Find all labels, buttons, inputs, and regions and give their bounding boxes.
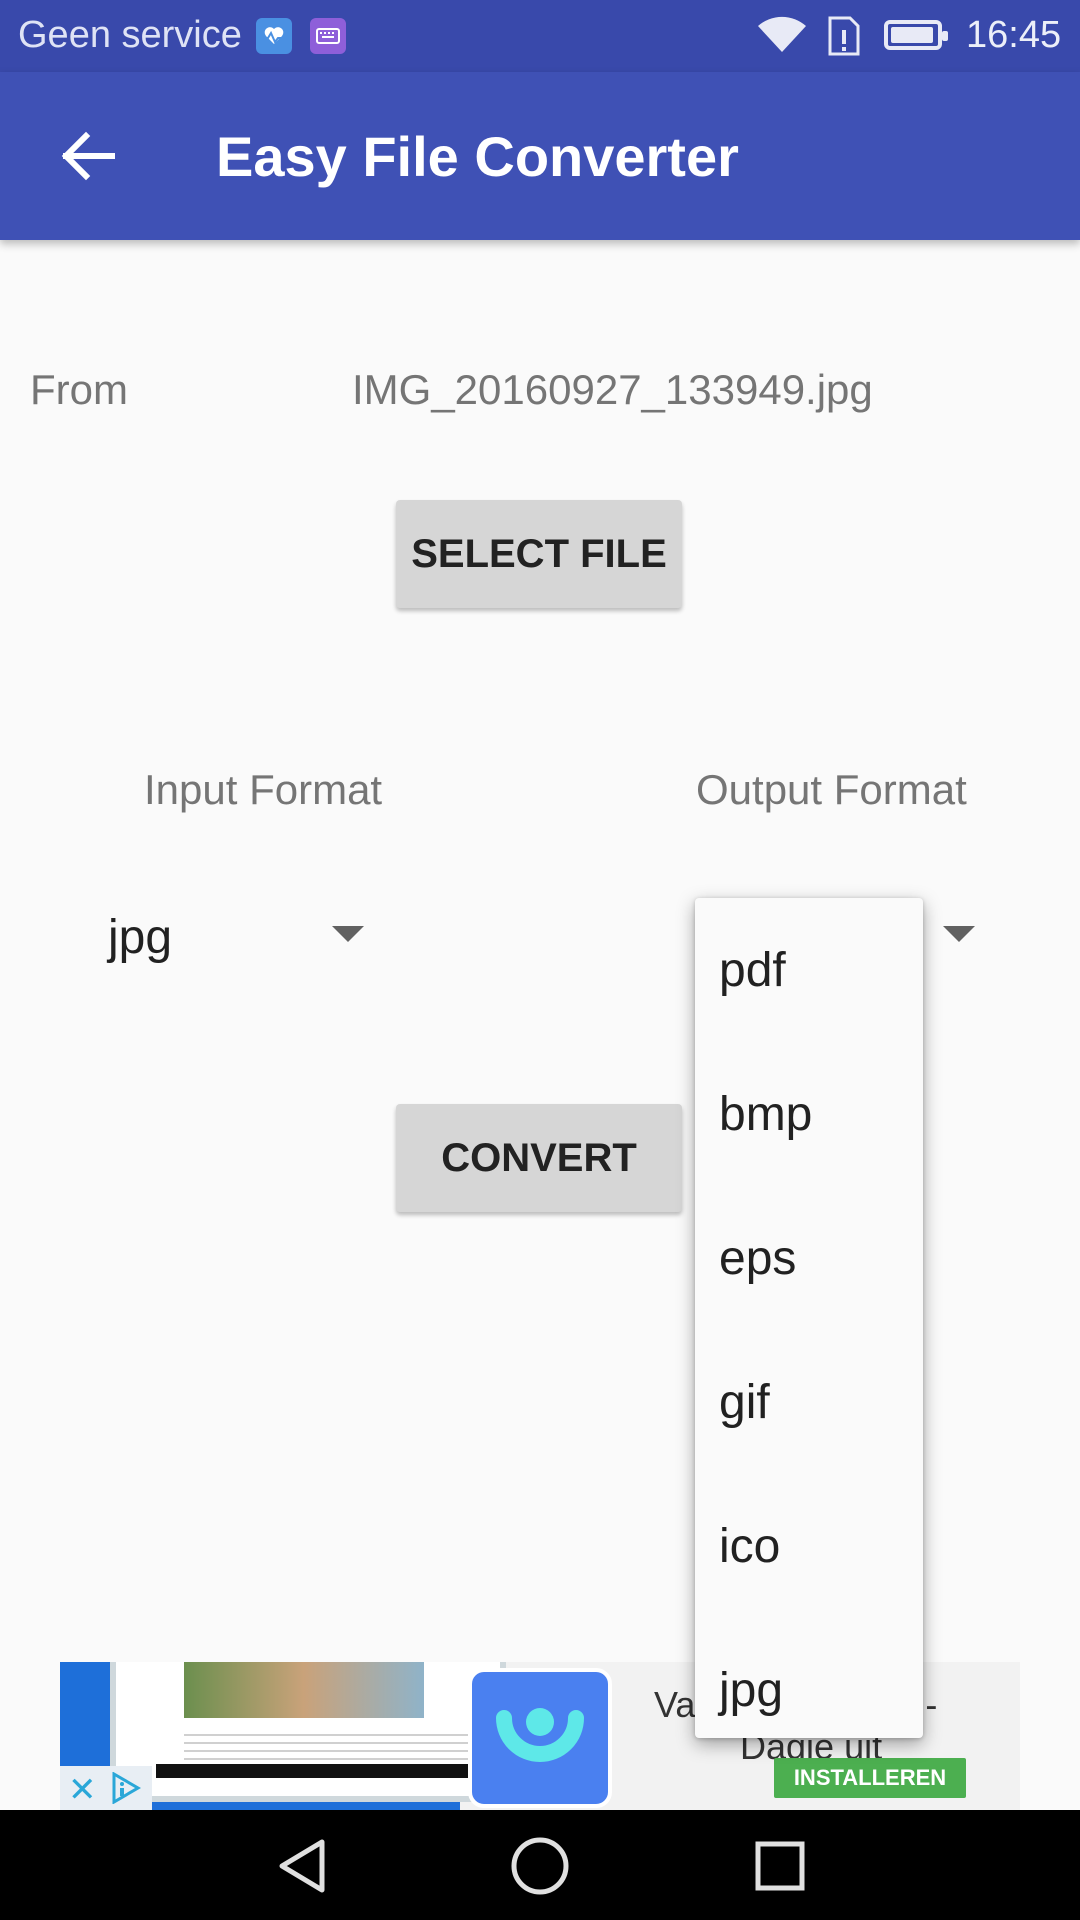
input-format-label: Input Format (144, 766, 383, 813)
convert-button[interactable]: CONVERT (396, 1104, 682, 1212)
chevron-down-icon[interactable] (943, 926, 975, 942)
input-format-spinner[interactable]: jpg (108, 910, 172, 965)
health-icon (256, 18, 292, 54)
battery-level-fill (891, 27, 933, 43)
sim-alert-icon (828, 16, 860, 56)
from-label: From (30, 366, 128, 413)
keyboard-icon (310, 18, 346, 54)
carrier-text: Geen service (18, 14, 242, 56)
recents-square-icon[interactable] (748, 1834, 812, 1898)
page-title: Easy File Converter (216, 125, 739, 188)
dropdown-option-jpg[interactable]: jpg (695, 1618, 923, 1738)
wifi-icon (758, 16, 806, 52)
app-logo-icon (468, 1668, 612, 1808)
ad-text-lines (184, 1728, 494, 1768)
arrow-left-icon[interactable] (50, 118, 126, 194)
system-nav-bar (0, 1810, 1080, 1920)
clock: 16:45 (966, 14, 1062, 56)
ad-phone-mockup (110, 1662, 506, 1802)
output-format-label: Output Format (696, 766, 967, 813)
file-name-text: IMG_20160927_133949.jpg (352, 366, 873, 413)
ad-choices[interactable]: ✕ (60, 1766, 152, 1810)
ad-choices-icon[interactable] (110, 1772, 142, 1804)
ad-phone-navbar (156, 1764, 496, 1778)
dropdown-option-pdf[interactable]: pdf (695, 898, 923, 1042)
dropdown-option-bmp[interactable]: bmp (695, 1042, 923, 1186)
app-bar: Easy File Converter (0, 72, 1080, 240)
battery-icon (884, 20, 948, 50)
output-format-dropdown: pdf bmp eps gif ico jpg (695, 898, 923, 1738)
select-file-button[interactable]: SELECT FILE (396, 500, 682, 608)
dropdown-option-eps[interactable]: eps (695, 1186, 923, 1330)
status-bar: Geen service 16:45 (0, 0, 1080, 72)
dropdown-option-gif[interactable]: gif (695, 1330, 923, 1474)
close-icon[interactable]: ✕ (68, 1770, 97, 1810)
back-triangle-icon[interactable] (270, 1834, 334, 1898)
home-circle-icon[interactable] (508, 1834, 572, 1898)
install-button[interactable]: INSTALLEREN (774, 1758, 966, 1798)
chevron-down-icon[interactable] (332, 926, 364, 942)
ad-photo (184, 1662, 424, 1718)
dropdown-option-ico[interactable]: ico (695, 1474, 923, 1618)
